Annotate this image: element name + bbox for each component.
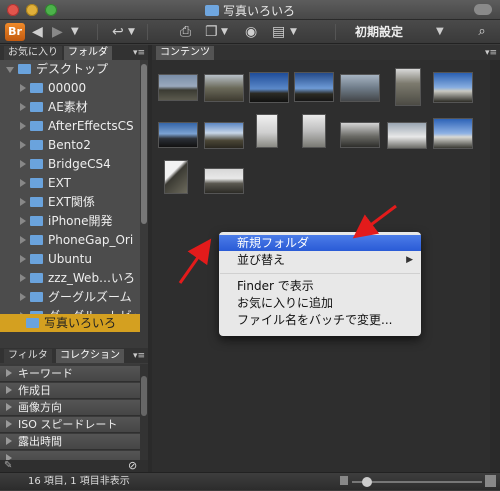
- annotation-arrows: [178, 204, 397, 284]
- annotation-arrow-left: [178, 238, 212, 284]
- annotation-arrow-right: [352, 204, 397, 239]
